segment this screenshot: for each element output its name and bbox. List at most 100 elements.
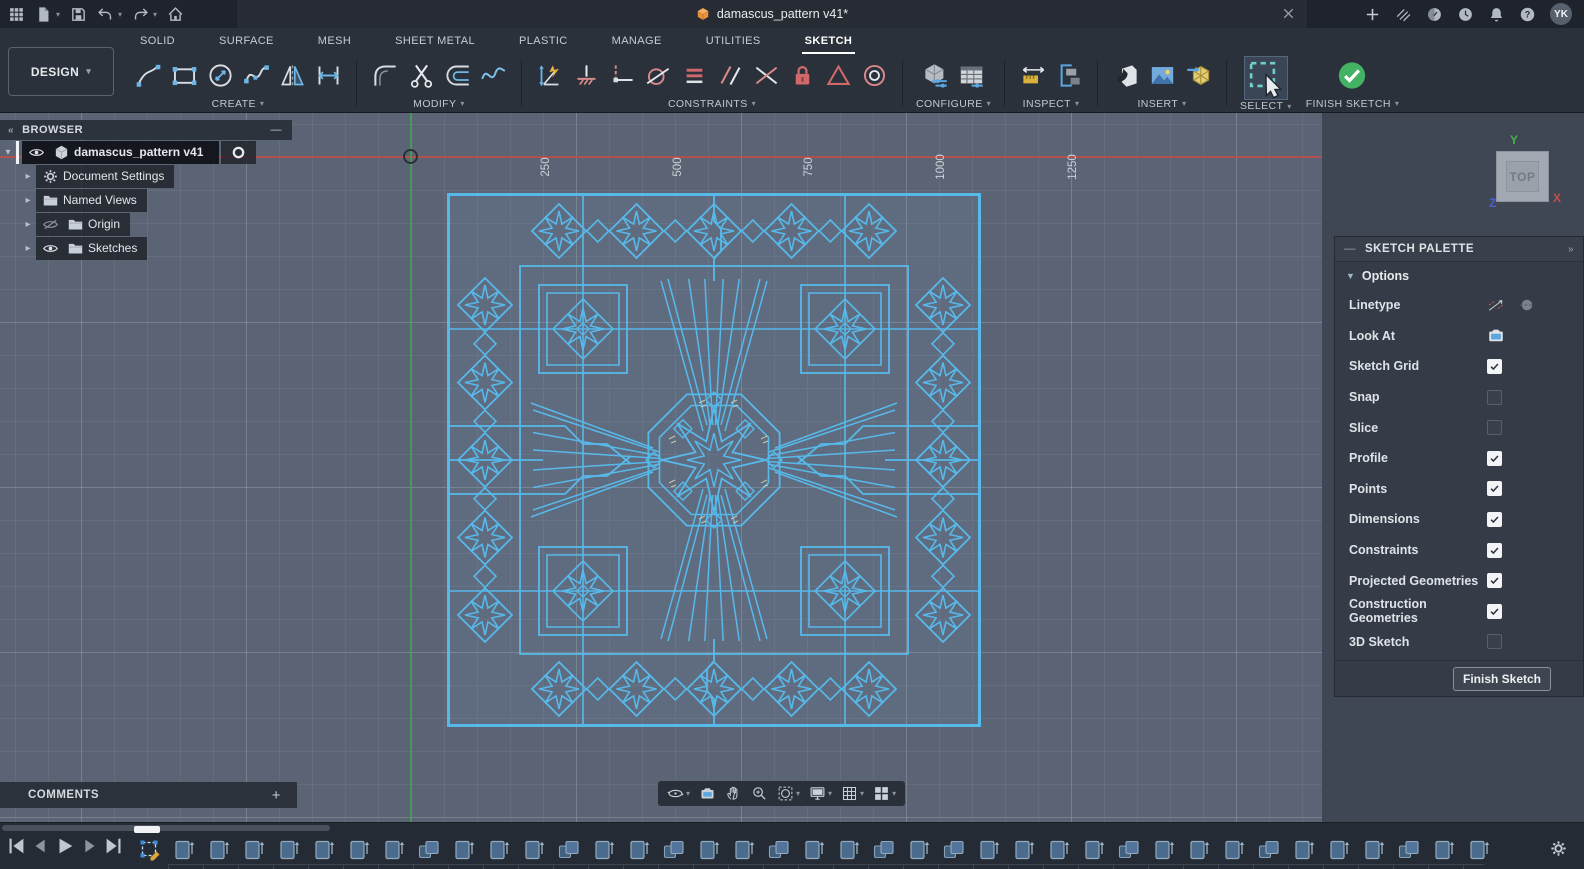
group-label-modify[interactable]: MODIFY ▾	[413, 95, 465, 112]
damascus-sketch-geometry[interactable]	[447, 193, 981, 727]
browser-item-sketches[interactable]: ▸ Sketches	[0, 236, 292, 260]
group-label-create[interactable]: CREATE ▾	[212, 95, 265, 112]
app-launcher-icon[interactable]	[8, 6, 25, 23]
insert-derive-icon[interactable]	[1111, 61, 1141, 91]
3d-sketch-checkbox[interactable]	[1487, 634, 1502, 650]
nav-pan-icon[interactable]	[725, 785, 742, 802]
configuration-table-icon[interactable]	[957, 61, 987, 91]
auto-dimension-icon[interactable]	[535, 61, 565, 91]
recent-activity-icon[interactable]	[1457, 6, 1474, 23]
view-cube-face-label[interactable]: TOP	[1510, 170, 1536, 184]
timeline-feature-extrude-20[interactable]	[837, 838, 861, 862]
timeline-feature-combine-12[interactable]	[557, 838, 581, 862]
timeline-feature-extrude-34[interactable]	[1327, 838, 1351, 862]
visibility-eye-icon[interactable]	[42, 240, 59, 257]
sketch-palette-header[interactable]: — SKETCH PALETTE »	[1335, 237, 1583, 262]
timeline-feature-extrude-25[interactable]	[1012, 838, 1036, 862]
group-label-inspect[interactable]: INSPECT ▾	[1023, 95, 1080, 112]
activate-component-target[interactable]	[221, 140, 257, 164]
timeline-feature-extrude-3[interactable]	[242, 838, 266, 862]
visibility-eye-icon[interactable]	[28, 144, 45, 161]
equal-icon[interactable]	[679, 61, 709, 91]
timeline-feature-extrude-33[interactable]	[1292, 838, 1316, 862]
parallel-icon[interactable]	[715, 61, 745, 91]
timeline-feature-combine-28[interactable]	[1117, 838, 1141, 862]
measure-icon[interactable]	[1018, 61, 1048, 91]
minimize-panel-icon[interactable]: —	[271, 124, 283, 136]
projected-geometries-checkbox[interactable]	[1487, 573, 1502, 589]
nav-look-at-face-icon[interactable]	[699, 785, 716, 802]
timeline-feature-combine-23[interactable]	[942, 838, 966, 862]
tab-sheet-metal[interactable]: SHEET METAL	[395, 35, 475, 47]
chevron-right-icon[interactable]: ▸	[20, 171, 36, 182]
construction-linetype-icon[interactable]	[1487, 296, 1505, 314]
avatar[interactable]: YK	[1550, 3, 1572, 25]
close-tab-icon[interactable]	[1280, 5, 1297, 22]
timeline-feature-extrude-27[interactable]	[1082, 838, 1106, 862]
timeline-position-marker[interactable]	[134, 826, 160, 833]
collapse-palette-icon[interactable]: —	[1344, 243, 1356, 255]
timeline-feature-combine-15[interactable]	[662, 838, 686, 862]
centerline-linetype-icon[interactable]	[1518, 296, 1536, 314]
slice-checkbox[interactable]	[1487, 420, 1502, 436]
timeline-feature-extrude-17[interactable]	[732, 838, 756, 862]
timeline-feature-extrude-9[interactable]	[452, 838, 476, 862]
nav-viewports-icon[interactable]: ▾	[873, 785, 896, 802]
insert-mesh-icon[interactable]	[1183, 61, 1213, 91]
tab-surface[interactable]: SURFACE	[219, 35, 274, 47]
notifications-bell-icon[interactable]	[1488, 6, 1505, 23]
tab-sketch[interactable]: SKETCH	[801, 35, 855, 54]
timeline-feature-extrude-5[interactable]	[312, 838, 336, 862]
sketch-mirror-icon[interactable]	[277, 61, 307, 91]
timeline-feature-extrude-30[interactable]	[1187, 838, 1211, 862]
home-icon[interactable]	[167, 6, 184, 23]
chevron-right-icon[interactable]: ▸	[20, 219, 36, 230]
midpoint-icon[interactable]	[571, 61, 601, 91]
timeline-settings-gear-icon[interactable]	[1549, 839, 1568, 858]
tab-mesh[interactable]: MESH	[318, 35, 351, 47]
configure-feature-icon[interactable]	[921, 61, 951, 91]
expand-palette-icon[interactable]: »	[1568, 244, 1574, 255]
timeline-feature-combine-32[interactable]	[1257, 838, 1281, 862]
group-label-configure[interactable]: CONFIGURE ▾	[916, 95, 991, 112]
redo-caret[interactable]: ▾	[153, 10, 157, 19]
timeline-feature-extrude-7[interactable]	[382, 838, 406, 862]
extensions-icon[interactable]	[1426, 6, 1443, 23]
timeline-feature-extrude-31[interactable]	[1222, 838, 1246, 862]
skip-to-start-button[interactable]	[6, 835, 28, 857]
chevron-right-icon[interactable]: ▸	[20, 195, 36, 206]
view-cube[interactable]: TOP	[1496, 151, 1549, 202]
sketch-line-icon[interactable]	[133, 61, 163, 91]
profile-checkbox[interactable]	[1487, 450, 1502, 466]
concentric-icon[interactable]	[859, 61, 889, 91]
tab-utilities[interactable]: UTILITIES	[706, 35, 761, 47]
finish-sketch-icon[interactable]	[1337, 61, 1367, 91]
timeline-feature-extrude-24[interactable]	[977, 838, 1001, 862]
visibility-eye-off-icon[interactable]	[42, 216, 59, 233]
section-analysis-icon[interactable]	[1054, 61, 1084, 91]
timeline-feature-extrude-37[interactable]	[1432, 838, 1456, 862]
timeline-feature-extrude-38[interactable]	[1467, 838, 1491, 862]
timeline-active-sketch-item[interactable]	[138, 837, 162, 861]
tab-manage[interactable]: MANAGE	[612, 35, 662, 47]
timeline-feature-extrude-1[interactable]	[172, 838, 196, 862]
group-label-select[interactable]: SELECT ▾	[1240, 100, 1292, 112]
symmetry-icon[interactable]	[823, 61, 853, 91]
timeline-feature-combine-8[interactable]	[417, 838, 441, 862]
insert-image-icon[interactable]	[1147, 61, 1177, 91]
timeline-scrollbar[interactable]	[2, 825, 330, 831]
new-document-icon[interactable]	[1364, 6, 1381, 23]
constraints-checkbox[interactable]	[1487, 542, 1502, 558]
horizontal-vertical-icon[interactable]	[607, 61, 637, 91]
sketch-grid-checkbox[interactable]	[1487, 358, 1502, 374]
undo-icon[interactable]	[97, 6, 114, 23]
perpendicular-icon[interactable]	[751, 61, 781, 91]
timeline-feature-extrude-19[interactable]	[802, 838, 826, 862]
document-tab[interactable]: damascus_pattern v41*	[237, 0, 1307, 28]
browser-root-item[interactable]: ▾ damascus_pattern v41	[0, 140, 292, 164]
file-menu-icon[interactable]	[35, 6, 52, 23]
target-icon[interactable]	[231, 145, 246, 160]
timeline-feature-combine-18[interactable]	[767, 838, 791, 862]
browser-item-document-settings[interactable]: ▸ Document Settings	[0, 164, 292, 188]
nav-zoom-icon[interactable]	[751, 785, 768, 802]
